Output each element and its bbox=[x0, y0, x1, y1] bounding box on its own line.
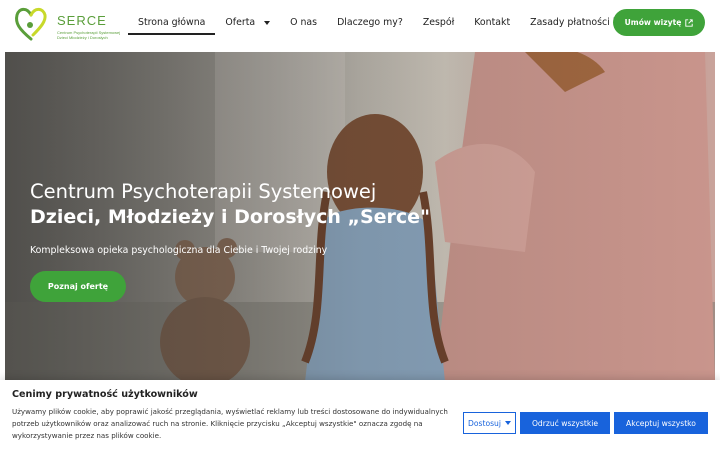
see-offer-label: Poznaj ofertę bbox=[47, 282, 109, 291]
nav-item-label: Oferta bbox=[225, 17, 256, 28]
external-link-icon bbox=[685, 18, 694, 27]
hero-section: Centrum Psychoterapii Systemowej Dzieci,… bbox=[5, 52, 715, 382]
cookie-banner: Cenimy prywatność użytkowników Używamy p… bbox=[0, 380, 720, 450]
nav-item-label: O nas bbox=[290, 17, 318, 28]
nav-item-why-us[interactable]: Dlaczego my? bbox=[327, 11, 413, 35]
logo-title: SERCE bbox=[57, 13, 107, 28]
heart-logo-icon bbox=[15, 7, 47, 41]
cookie-text: Używamy plików cookie, aby poprawić jako… bbox=[12, 407, 448, 440]
book-visit-label: Umów wizytę bbox=[624, 18, 682, 27]
hero-title-line-2: Dzieci, Młodzieży i Dorosłych „Serce" bbox=[30, 206, 430, 228]
reject-all-label: Odrzuć wszystkie bbox=[531, 418, 599, 428]
cookie-title: Cenimy prywatność użytkowników bbox=[12, 389, 198, 400]
accept-all-label: Akceptuj wszystko bbox=[626, 418, 696, 428]
chevron-down-icon bbox=[264, 20, 271, 25]
see-offer-button[interactable]: Poznaj ofertę bbox=[30, 271, 126, 302]
nav-item-label: Dlaczego my? bbox=[337, 17, 403, 28]
logo-subtitle: Centrum Psychoterapii Systemowej Dzieci … bbox=[57, 30, 121, 40]
hero-subtitle: Kompleksowa opieka psychologiczna dla Ci… bbox=[30, 245, 328, 256]
nav-item-label: Strona główna bbox=[138, 17, 206, 28]
logo[interactable]: SERCE Centrum Psychoterapii Systemowej D… bbox=[13, 5, 123, 43]
accept-all-button[interactable]: Akceptuj wszystko bbox=[614, 412, 708, 434]
nav-item-label: Kontakt bbox=[474, 17, 511, 28]
nav-item-home[interactable]: Strona główna bbox=[128, 11, 216, 35]
book-visit-button[interactable]: Umów wizytę bbox=[613, 9, 705, 36]
nav-item-label: Zespół bbox=[422, 17, 455, 28]
customize-label: Dostosuj bbox=[468, 418, 501, 428]
main-nav: Strona główna Oferta O nas Dlaczego my? … bbox=[128, 11, 659, 35]
nav-item-offer[interactable]: Oferta bbox=[215, 11, 280, 35]
nav-item-team[interactable]: Zespół bbox=[413, 11, 464, 35]
reject-all-button[interactable]: Odrzuć wszystkie bbox=[520, 412, 610, 434]
hero-title-line-1: Centrum Psychoterapii Systemowej bbox=[30, 180, 377, 203]
nav-item-about[interactable]: O nas bbox=[280, 11, 327, 35]
customize-button[interactable]: Dostosuj bbox=[463, 412, 516, 434]
site-header: SERCE Centrum Psychoterapii Systemowej D… bbox=[0, 0, 720, 47]
caret-down-icon bbox=[504, 421, 511, 425]
nav-item-contact[interactable]: Kontakt bbox=[464, 11, 520, 35]
